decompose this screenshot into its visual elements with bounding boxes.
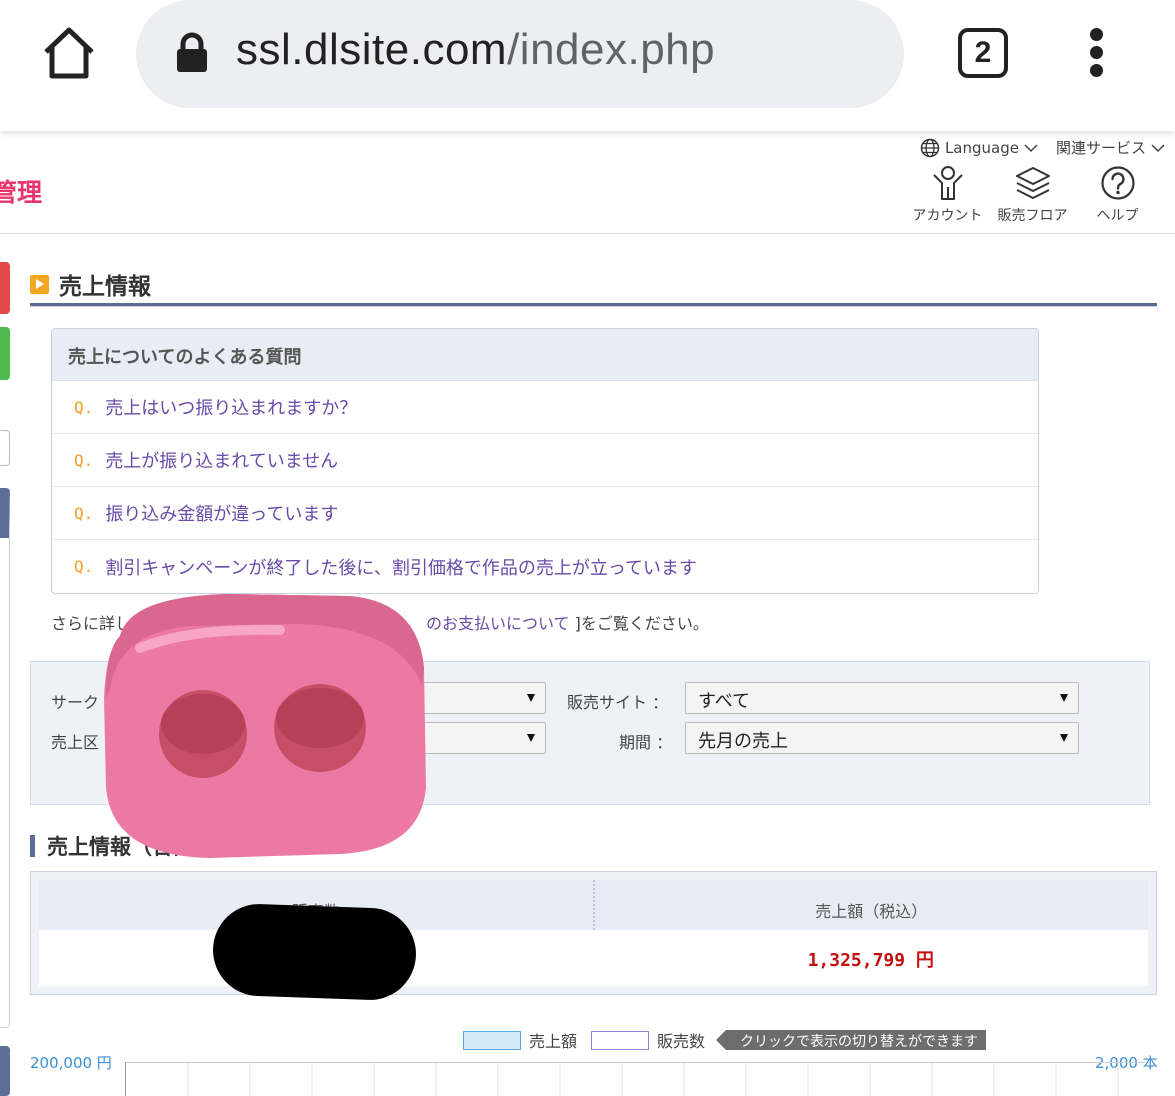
faq-q-marker: Q. [74,503,94,523]
site-select-value: すべて [698,691,751,712]
faq-heading: 売上についてのよくある質問 [52,329,1038,381]
section-divider [30,303,1157,307]
related-services-label: 関連サービス [1055,139,1146,157]
nav-help[interactable]: ヘルプ [1075,165,1160,225]
tab-switcher-button[interactable]: 2 [958,28,1008,78]
summary-value-row: 1,325,799 円 [39,930,1148,988]
layers-icon [1015,167,1050,199]
chart-gridlines [187,1063,1119,1096]
sales-type-select[interactable] [411,722,546,754]
col-sales-amount: 売上額（税込） [815,902,928,921]
home-icon[interactable] [38,22,100,84]
faq-link[interactable]: Q. 売上はいつ振り込まれますか？ [52,381,1038,434]
sales-amount-value: 1,325,799 円 [807,950,934,971]
nav-sales-floor-label: 販売フロア [997,208,1068,224]
address-bar[interactable]: ssl.dlsite.com/index.php [136,0,904,108]
help-icon [1100,166,1135,200]
circle-select[interactable] [411,682,546,714]
globe-icon [920,138,940,157]
more-info-suffix: ]をご覧ください。 [569,614,709,633]
account-icon [932,166,963,200]
faq-link[interactable]: Q. 振り込み金額が違っています [52,487,1038,540]
faq-link[interactable]: Q. 割引キャンペーンが終了した後に、割引価格で作品の売上が立っています [52,540,1038,593]
summary-table: 販売数 売上額（税込） 1,325,799 円 [30,871,1157,995]
y-axis-left-top-label: 200,000 円 [30,1054,112,1072]
page-title: 売上情報 [59,274,151,300]
heading-bar [30,835,35,857]
faq-link[interactable]: Q. 売上が振り込まれていません [52,434,1038,487]
faq-link-text: 振り込み金額が違っています [105,504,339,525]
sidebar-tab-red[interactable] [0,262,10,314]
related-services-menu[interactable]: 関連サービス [1056,137,1165,158]
sidebar-tab-green[interactable] [0,327,10,380]
period-label: 期間 ： [619,733,673,752]
summary-header-row: 販売数 売上額（税込） [39,880,1148,930]
language-label: Language [944,138,1019,157]
chevron-down-icon [1024,143,1038,152]
faq-link-text: 割引キャンペーンが終了した後に、割引価格で作品の売上が立っています [105,557,697,579]
site-select[interactable]: すべて [685,682,1079,714]
chart-legend[interactable]: 売上額 販売数 [463,1028,705,1052]
period-select[interactable]: 先月の売上 [685,722,1079,754]
brand-title: 管理 [0,178,43,207]
site-label: 販売サイト ： [567,693,669,712]
faq-q-marker: Q. [74,450,94,470]
nav-sales-floor[interactable]: 販売フロア [990,165,1075,225]
dropdown-arrow-icon [527,694,535,702]
language-menu[interactable]: Language [920,137,1038,158]
nav-account-label: アカウント [912,208,983,224]
sidebar-menu-edge[interactable] [0,488,10,1028]
faq-link-text: 売上はいつ振り込まれますか？ [105,398,358,419]
toggle-hint: クリックで表示の切り替えができます [716,1030,986,1050]
more-menu-icon[interactable] [1082,28,1110,78]
faq-link-text: 売上が振り込まれていません [105,451,339,472]
browser-toolbar: ssl.dlsite.com/index.php 2 [0,0,1175,131]
payment-info-link[interactable]: のお支払いについて [426,614,570,633]
nav-help-label: ヘルプ [1096,208,1139,224]
faq-box: 売上についてのよくある質問 Q. 売上はいつ振り込まれますか？ Q. 売上が振り込ま… [51,328,1039,594]
legend-amount-label: 売上額 [529,1032,578,1051]
play-marker-icon [30,274,49,294]
url-text: ssl.dlsite.com/index.php [236,25,716,74]
circle-label: サーク [51,693,100,712]
legend-count-label: 販売数 [657,1032,706,1051]
dropdown-arrow-icon [527,734,535,742]
nav-account[interactable]: アカウント [905,165,990,225]
summary-inner: 販売数 売上額（税込） 1,325,799 円 [39,880,1148,986]
dropdown-arrow-icon [1060,734,1068,742]
faq-q-marker: Q. [74,557,94,576]
legend-swatch-count [591,1030,650,1050]
legend-swatch-amount [463,1030,521,1050]
top-links: Language 関連サービス [920,137,1165,158]
faq-q-marker: Q. [74,397,94,417]
chevron-down-icon [1151,143,1165,152]
site-header: 管理 Language 関連サービス アカウント 販売フロア ヘルプ [0,131,1175,234]
sales-type-label: 売上区 [51,733,100,752]
lock-icon [177,32,207,72]
header-nav: アカウント 販売フロア ヘルプ [905,165,1160,225]
sidebar-menu-edge-2[interactable] [0,1046,10,1096]
period-select-value: 先月の売上 [698,731,788,752]
chart-plot-area [125,1062,1145,1096]
sidebar-input-edge[interactable] [0,430,10,466]
dropdown-arrow-icon [1060,694,1068,702]
redaction-mark [211,902,418,1002]
section-heading: 売上情報 [30,267,151,301]
pig-nose-sticker [104,594,426,858]
